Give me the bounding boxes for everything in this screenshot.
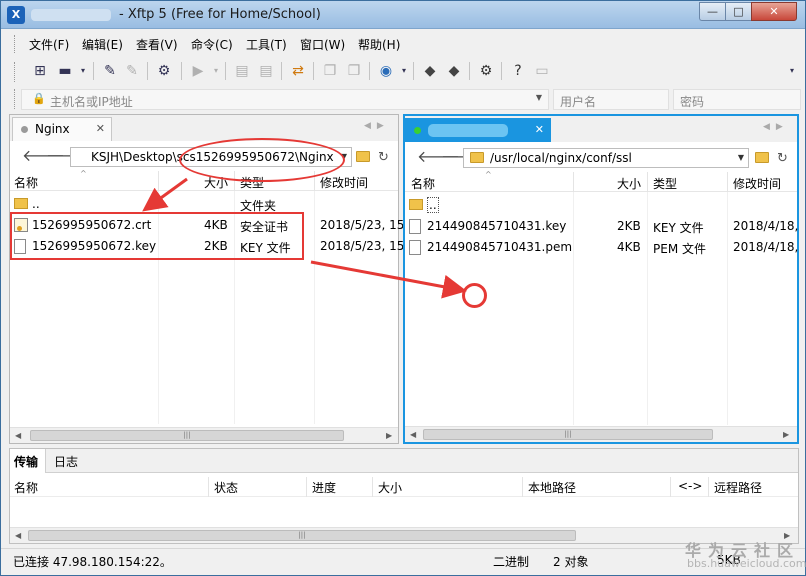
col-status[interactable]: 状态 [214,479,238,496]
col-name[interactable]: 名称 [14,479,38,496]
tab-log[interactable]: 日志 [54,453,78,470]
xftp-window: X - Xftp 5 (Free for Home/School) — □ ✕ … [0,0,806,576]
column-divider [372,477,373,497]
scroll-thumb[interactable]: ||| [28,530,576,541]
tab-transfer[interactable]: 传输 [10,449,46,473]
column-divider [306,477,307,497]
horizontal-scrollbar[interactable]: ◀ ||| ▶ [10,527,798,543]
transfer-mode: 二进制 [493,555,530,569]
col-progress[interactable]: 进度 [312,479,336,496]
column-divider [708,477,709,497]
watermark-url: bbs.huaweicloud.com [687,557,806,570]
object-count: 2 对象 [553,555,589,569]
arrow-to-files [142,177,188,212]
arrow-to-remote [310,260,467,299]
transfer-column-header: 名称 状态 进度 大小 本地路径 <-> 远程路径 [10,477,798,497]
col-remote-path[interactable]: 远程路径 [714,479,762,496]
scroll-left-icon[interactable]: ◀ [15,531,21,540]
transfer-tab-bar: 传输 日志 [10,449,798,473]
transfer-panel: 传输 日志 名称 状态 进度 大小 本地路径 <-> 远程路径 ◀ ||| ▶ [9,448,799,544]
column-divider [522,477,523,497]
drop-target-circle [462,283,487,308]
column-divider [208,477,209,497]
connection-status: 已连接 47.98.180.154:22。 [13,555,172,569]
col-direction[interactable]: <-> [678,479,702,493]
col-size[interactable]: 大小 [378,479,402,496]
column-divider [670,477,671,497]
col-local-path[interactable]: 本地路径 [528,479,576,496]
